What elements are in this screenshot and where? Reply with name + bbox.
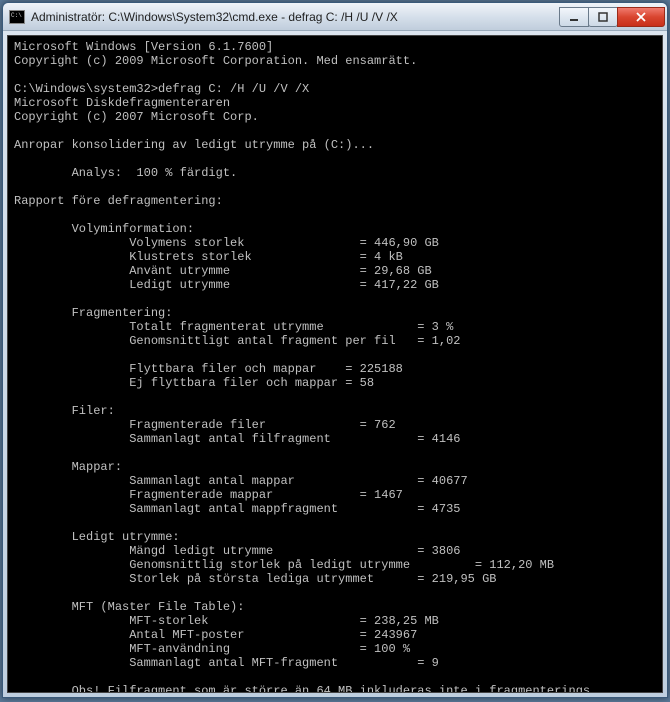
- window-title: Administratör: C:\Windows\System32\cmd.e…: [31, 10, 560, 24]
- close-button[interactable]: [617, 7, 665, 27]
- line: Flyttbara filer och mappar = 225188: [14, 362, 403, 376]
- line: Storlek på största lediga utrymmet = 219…: [14, 572, 496, 586]
- line: Totalt fragmenterat utrymme = 3 %: [14, 320, 453, 334]
- line: Ledigt utrymme = 417,22 GB: [14, 278, 439, 292]
- line: Mängd ledigt utrymme = 3806: [14, 544, 460, 558]
- line: Volymens storlek = 446,90 GB: [14, 236, 439, 250]
- line: Klustrets storlek = 4 kB: [14, 250, 403, 264]
- line: Fragmenterade mappar = 1467: [14, 488, 403, 502]
- line: Ej flyttbara filer och mappar = 58: [14, 376, 374, 390]
- line: Fragmentering:: [14, 306, 172, 320]
- line: Volyminformation:: [14, 222, 194, 236]
- line: Använt utrymme = 29,68 GB: [14, 264, 432, 278]
- maximize-button[interactable]: [588, 7, 618, 27]
- window-buttons: [560, 7, 665, 27]
- line: Copyright (c) 2007 Microsoft Corp.: [14, 110, 259, 124]
- line: Mappar:: [14, 460, 122, 474]
- line: Antal MFT-poster = 243967: [14, 628, 417, 642]
- line: Sammanlagt antal mappar = 40677: [14, 474, 468, 488]
- cmd-window: Administratör: C:\Windows\System32\cmd.e…: [2, 2, 668, 698]
- maximize-icon: [598, 12, 608, 22]
- line: Genomsnittlig storlek på ledigt utrymme …: [14, 558, 554, 572]
- close-icon: [635, 12, 647, 22]
- line: Analys: 100 % färdigt.: [14, 166, 237, 180]
- line: MFT-storlek = 238,25 MB: [14, 614, 439, 628]
- line: MFT-användning = 100 %: [14, 642, 410, 656]
- line: Genomsnittligt antal fragment per fil = …: [14, 334, 460, 348]
- line: MFT (Master File Table):: [14, 600, 244, 614]
- cmd-icon: [9, 10, 25, 24]
- line: Filer:: [14, 404, 115, 418]
- titlebar[interactable]: Administratör: C:\Windows\System32\cmd.e…: [3, 3, 667, 31]
- minimize-icon: [569, 12, 579, 22]
- line: Sammanlagt antal filfragment = 4146: [14, 432, 460, 446]
- line: Sammanlagt antal mappfragment = 4735: [14, 502, 460, 516]
- line: Obs! Filfragment som är större än 64 MB …: [14, 684, 590, 693]
- line: Ledigt utrymme:: [14, 530, 180, 544]
- minimize-button[interactable]: [559, 7, 589, 27]
- line: Fragmenterade filer = 762: [14, 418, 396, 432]
- line: Microsoft Windows [Version 6.1.7600]: [14, 40, 273, 54]
- line: Anropar konsolidering av ledigt utrymme …: [14, 138, 374, 152]
- prompt-line: C:\Windows\system32>defrag C: /H /U /V /…: [14, 82, 309, 96]
- line: Rapport före defragmentering:: [14, 194, 223, 208]
- line: Sammanlagt antal MFT-fragment = 9: [14, 656, 439, 670]
- terminal-output: Microsoft Windows [Version 6.1.7600] Cop…: [7, 35, 663, 693]
- line: Copyright (c) 2009 Microsoft Corporation…: [14, 54, 417, 68]
- line: Microsoft Diskdefragmenteraren: [14, 96, 230, 110]
